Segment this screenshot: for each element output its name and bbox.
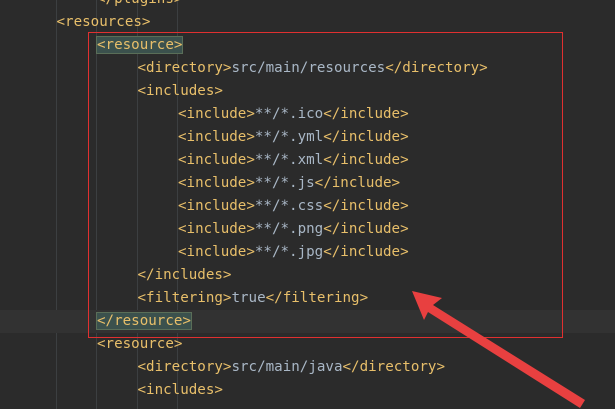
xml-tag: </include> <box>314 175 401 191</box>
code-line[interactable]: <directory>src/main/resources</directory… <box>0 57 615 80</box>
xml-text: **/*.yml <box>254 129 324 145</box>
xml-tag: </includes> <box>137 267 232 283</box>
xml-text: **/*.ico <box>254 106 324 122</box>
code-line[interactable]: <includes> <box>0 379 615 402</box>
code-line-content: <resource> <box>97 333 182 356</box>
xml-tag: </plugins> <box>97 0 182 7</box>
xml-tag: <directory> <box>137 359 232 375</box>
code-line[interactable]: <directory>src/main/java</directory> <box>0 356 615 379</box>
code-line[interactable]: <include>**/*.xml</include> <box>0 149 615 172</box>
code-line-content: </includes> <box>138 264 232 287</box>
code-line[interactable]: <include>**/*.yml</include> <box>0 126 615 149</box>
code-line-content: <include>**/*.yml</include> <box>178 126 409 149</box>
xml-tag: <includes> <box>137 382 223 398</box>
xml-text: **/*.jpg <box>254 244 324 260</box>
code-line[interactable]: <includes> <box>0 80 615 103</box>
code-line-content: <include>**/*.xml</include> <box>178 149 409 172</box>
code-line-content: <includes> <box>138 379 223 402</box>
code-line[interactable]: </resource> <box>0 310 615 333</box>
code-line[interactable]: </includes> <box>0 264 615 287</box>
code-line-content: <directory>src/main/resources</directory… <box>138 57 488 80</box>
xml-tag: </include> <box>323 221 409 237</box>
code-line[interactable]: <include>**/*.png</include> <box>0 218 615 241</box>
code-line[interactable]: <include>**/*.js</include> <box>0 172 615 195</box>
xml-tag: <filtering> <box>137 290 232 306</box>
code-line-content: <filtering>true</filtering> <box>138 287 369 310</box>
xml-text: **/*.xml <box>254 152 324 168</box>
code-line-content: <include>**/*.png</include> <box>178 218 409 241</box>
code-line-content: <includes> <box>138 80 223 103</box>
xml-text: **/*.png <box>254 221 324 237</box>
xml-tag: <resources> <box>56 14 151 30</box>
xml-tag: <includes> <box>137 83 223 99</box>
xml-tag: <include> <box>178 198 255 214</box>
code-line-content: </resource> <box>96 310 192 333</box>
xml-tag: </include> <box>323 244 409 260</box>
code-line[interactable]: <filtering>true</filtering> <box>0 287 615 310</box>
code-line-content: <include>**/*.css</include> <box>178 195 409 218</box>
code-line[interactable]: <include>**/*.css</include> <box>0 195 615 218</box>
xml-text: **/*.css <box>254 198 324 214</box>
xml-tag: <resource> <box>97 336 183 352</box>
code-line-content: <include>**/*.js</include> <box>178 172 400 195</box>
code-line[interactable]: <include>**/*.ico</include> <box>0 103 615 126</box>
code-line[interactable]: <resources> <box>0 11 615 34</box>
xml-tag: <directory> <box>137 60 232 76</box>
xml-tag: <include> <box>178 152 255 168</box>
xml-tag: </include> <box>323 106 409 122</box>
xml-text: src/main/resources <box>231 60 386 76</box>
xml-tag: <include> <box>178 129 255 145</box>
xml-tag: <include> <box>178 244 255 260</box>
xml-tag: </filtering> <box>265 290 369 306</box>
xml-tag: <resource> <box>95 36 184 54</box>
code-line-content: <resources> <box>57 11 151 34</box>
code-line-content: </plugins> <box>97 0 182 11</box>
xml-tag: </include> <box>323 152 409 168</box>
code-line[interactable]: <resource> <box>0 34 615 57</box>
xml-text: **/*.js <box>254 175 315 191</box>
xml-tag: </include> <box>323 198 409 214</box>
xml-tag: </directory> <box>342 359 446 375</box>
xml-tag: </directory> <box>385 60 488 76</box>
code-line-content: <include>**/*.jpg</include> <box>178 241 409 264</box>
code-line-content: <include>**/*.ico</include> <box>178 103 409 126</box>
code-line-content: <directory>src/main/java</directory> <box>138 356 446 379</box>
code-editor[interactable]: </plugins> <resources> <resource> <director… <box>0 0 615 409</box>
xml-tag: <include> <box>178 175 255 191</box>
code-line[interactable]: <include>**/*.jpg</include> <box>0 241 615 264</box>
code-line[interactable]: </plugins> <box>0 0 615 11</box>
code-line[interactable]: <resource> <box>0 333 615 356</box>
xml-text: true <box>231 290 266 306</box>
xml-tag: <include> <box>178 106 255 122</box>
xml-tag: <include> <box>178 221 255 237</box>
code-line-content: <resource> <box>95 34 184 57</box>
xml-tag: </resource> <box>96 312 192 330</box>
xml-tag: </include> <box>323 129 409 145</box>
xml-text: src/main/java <box>231 359 343 375</box>
